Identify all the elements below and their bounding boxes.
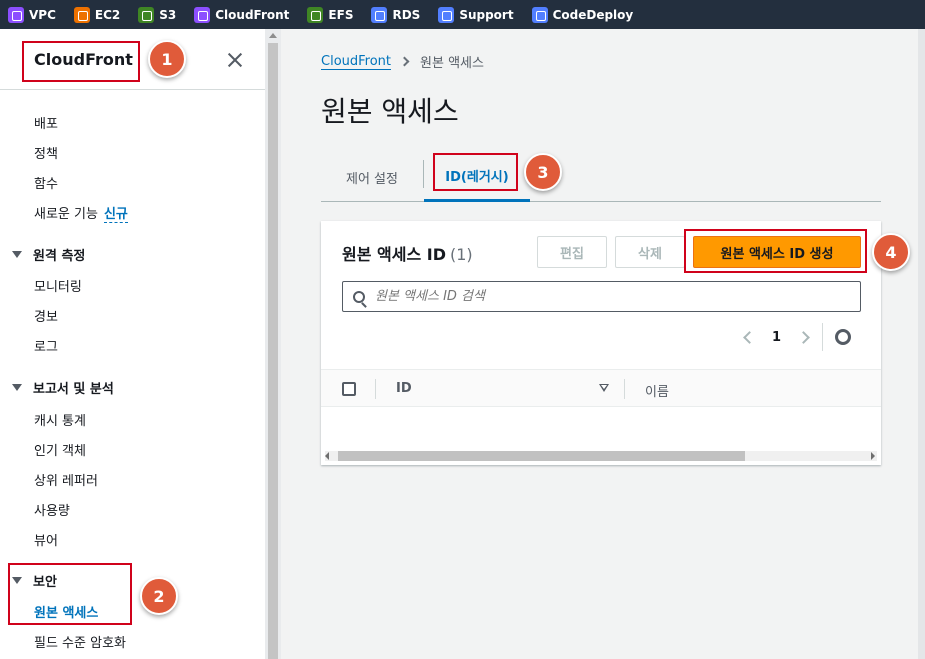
- section-title: 원격 측정: [33, 249, 86, 264]
- cloudfront-icon: [194, 6, 211, 23]
- scroll-left-icon[interactable]: [325, 452, 329, 460]
- service-label: Support: [459, 7, 514, 22]
- service-vpc[interactable]: VPC: [8, 6, 56, 23]
- page-title: 원본 액세스: [321, 95, 459, 128]
- sidebar-item-viewers[interactable]: 뷰어: [34, 530, 58, 549]
- service-label: S3: [159, 7, 177, 22]
- sidebar-item-functions[interactable]: 함수: [34, 173, 58, 192]
- sidebar-item-monitoring[interactable]: 모니터링: [34, 276, 82, 295]
- sort-icon[interactable]: [599, 384, 609, 392]
- sidebar-item-distributions[interactable]: 배포: [34, 113, 58, 132]
- highlight-box: [22, 41, 140, 82]
- service-s3[interactable]: S3: [138, 6, 177, 23]
- chevron-right-icon: [399, 56, 410, 67]
- chevron-left-icon[interactable]: [743, 330, 756, 344]
- edit-button[interactable]: 편집: [537, 236, 607, 268]
- column-divider: [375, 379, 376, 399]
- panel-title: 원본 액세스 ID (1): [342, 241, 473, 265]
- delete-button[interactable]: 삭제: [615, 236, 685, 268]
- tab-control-settings[interactable]: 제어 설정: [321, 152, 423, 202]
- service-label: CodeDeploy: [552, 7, 634, 22]
- vpc-icon: [8, 6, 24, 23]
- scrollbar-thumb[interactable]: [268, 43, 278, 659]
- pagination-divider: [822, 323, 824, 351]
- section-title: 보고서 및 분석: [33, 382, 114, 397]
- table-header: ID 이름: [321, 369, 881, 407]
- sidebar-item-cache-stats[interactable]: 캐시 통계: [34, 410, 86, 429]
- sidebar-item-usage[interactable]: 사용량: [34, 500, 70, 519]
- scrollbar-thumb[interactable]: [338, 451, 745, 461]
- service-label: RDS: [392, 7, 421, 22]
- new-badge: 신규: [103, 207, 128, 223]
- step-badge: 4: [872, 233, 910, 271]
- step-badge: 3: [524, 153, 562, 191]
- search-icon: [353, 290, 365, 303]
- highlight-box: [684, 229, 867, 273]
- service-bar: VPC EC2 S3 CloudFront EFS RDS Support Co…: [0, 0, 925, 29]
- service-label: EFS: [328, 7, 354, 22]
- sidebar-item-logs[interactable]: 로그: [34, 336, 58, 355]
- service-codedeploy[interactable]: CodeDeploy: [531, 6, 634, 23]
- sidebar-item-policies[interactable]: 정책: [34, 143, 58, 162]
- scroll-up-icon[interactable]: [269, 33, 277, 38]
- pagination: 1: [743, 323, 852, 351]
- sidebar-scrollbar[interactable]: [265, 29, 281, 659]
- sidebar-item-top-referrers[interactable]: 상위 레퍼러: [34, 470, 98, 489]
- service-label: CloudFront: [215, 7, 290, 22]
- close-icon[interactable]: [226, 51, 244, 69]
- sidebar-item-alarms[interactable]: 경보: [34, 306, 58, 325]
- service-label: VPC: [29, 7, 56, 22]
- service-rds[interactable]: RDS: [371, 6, 421, 23]
- sidebar-item-popular-objects[interactable]: 인기 객체: [34, 440, 86, 459]
- section-reports[interactable]: 보고서 및 분석: [12, 378, 114, 397]
- chevron-right-icon[interactable]: [797, 330, 810, 344]
- rds-icon: [371, 6, 388, 23]
- service-support[interactable]: Support: [438, 6, 514, 23]
- column-divider[interactable]: [624, 379, 625, 399]
- select-all-checkbox[interactable]: [342, 382, 356, 396]
- column-header-name[interactable]: 이름: [645, 381, 669, 400]
- sidebar-item-whats-new[interactable]: 새로운 기능 신규: [34, 203, 128, 223]
- page-number[interactable]: 1: [772, 330, 781, 345]
- column-header-id[interactable]: ID: [396, 381, 412, 396]
- highlight-box: [8, 563, 132, 625]
- sidebar-item-field-level-encryption[interactable]: 필드 수준 암호화: [34, 632, 126, 651]
- panel-count: (1): [449, 245, 473, 264]
- highlight-box: [433, 153, 518, 191]
- efs-icon: [307, 6, 324, 23]
- caret-down-icon: [12, 251, 22, 258]
- service-label: EC2: [94, 7, 121, 22]
- support-icon: [438, 6, 455, 23]
- search-input[interactable]: [375, 289, 845, 304]
- tabs: 제어 설정 ID(레거시): [321, 152, 881, 202]
- gear-icon[interactable]: [835, 329, 852, 345]
- breadcrumb: CloudFront 원본 액세스: [321, 52, 484, 71]
- sidebar-item-label: 새로운 기능: [34, 207, 98, 222]
- s3-icon: [138, 6, 155, 23]
- scroll-right-icon[interactable]: [871, 452, 875, 460]
- service-cloudfront[interactable]: CloudFront: [194, 6, 290, 23]
- step-badge: 2: [140, 577, 178, 615]
- breadcrumb-root[interactable]: CloudFront: [321, 54, 392, 70]
- codedeploy-icon: [531, 6, 548, 23]
- search-box: [342, 281, 861, 312]
- main-scrollbar[interactable]: [918, 29, 925, 659]
- table-horizontal-scrollbar[interactable]: [321, 447, 881, 465]
- breadcrumb-current: 원본 액세스: [420, 56, 484, 71]
- service-ec2[interactable]: EC2: [73, 6, 121, 23]
- caret-down-icon: [12, 384, 22, 391]
- section-telemetry[interactable]: 원격 측정: [12, 245, 85, 264]
- service-efs[interactable]: EFS: [307, 6, 354, 23]
- step-badge: 1: [148, 40, 186, 78]
- panel-title-text: 원본 액세스 ID: [342, 245, 446, 264]
- ec2-icon: [73, 6, 90, 23]
